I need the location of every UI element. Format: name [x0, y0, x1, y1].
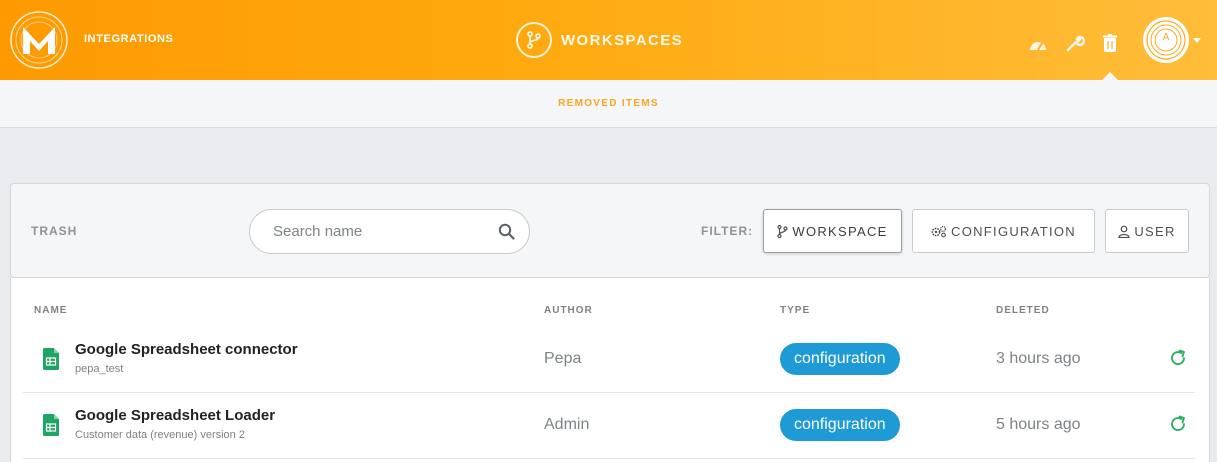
- column-header-author[interactable]: AUTHOR: [544, 305, 593, 316]
- column-header-name[interactable]: NAME: [34, 305, 67, 316]
- logo-icon[interactable]: [9, 10, 69, 70]
- branch-icon: [516, 22, 552, 58]
- chevron-down-icon[interactable]: [1193, 38, 1201, 43]
- item-author: Pepa: [544, 350, 582, 367]
- item-deleted-time: 3 hours ago: [996, 350, 1081, 367]
- item-subtitle: pepa_test: [75, 363, 124, 375]
- column-header-type[interactable]: TYPE: [780, 305, 810, 316]
- branch-icon: [777, 224, 788, 238]
- workspaces-label: WORKSPACES: [561, 31, 684, 49]
- user-icon: [1118, 225, 1130, 238]
- item-deleted-time: 5 hours ago: [996, 416, 1081, 433]
- table-row[interactable]: Google Spreadsheet connector pepa_test P…: [23, 327, 1195, 393]
- trash-toolbar: TRASH FILTER: WORKSPACE CONFIGURATION: [10, 183, 1210, 278]
- search-box: [249, 209, 530, 254]
- subheader: REMOVED ITEMS: [0, 80, 1217, 128]
- page-title: REMOVED ITEMS: [558, 98, 659, 109]
- dashboard-icon[interactable]: [1028, 34, 1048, 54]
- table-row[interactable]: Google Spreadsheet Loader Customer data …: [23, 393, 1195, 459]
- spreadsheet-icon: [43, 348, 59, 370]
- top-header: INTEGRATIONS WORKSPACES A: [0, 0, 1217, 80]
- search-icon[interactable]: [498, 223, 515, 240]
- item-author: Admin: [544, 416, 590, 433]
- trash-icon[interactable]: [1100, 33, 1120, 53]
- active-pointer: [1102, 72, 1118, 80]
- restore-icon[interactable]: [1167, 347, 1189, 369]
- trash-table: NAME AUTHOR TYPE DELETED Google Spreadsh…: [10, 278, 1210, 462]
- item-subtitle: Customer data (revenue) version 2: [75, 429, 245, 441]
- filter-user-label: USER: [1134, 223, 1176, 239]
- filter-user-button[interactable]: USER: [1105, 209, 1189, 253]
- avatar[interactable]: A: [1143, 17, 1189, 63]
- wrench-icon[interactable]: [1065, 33, 1085, 53]
- item-title: Google Spreadsheet connector: [75, 341, 298, 358]
- type-badge: configuration: [780, 409, 900, 441]
- gears-icon: [931, 225, 947, 237]
- filter-configuration-button[interactable]: CONFIGURATION: [912, 209, 1095, 253]
- column-header-deleted[interactable]: DELETED: [996, 305, 1050, 316]
- filter-configuration-label: CONFIGURATION: [951, 223, 1076, 239]
- type-badge: configuration: [780, 343, 900, 375]
- workspaces-nav[interactable]: WORKSPACES: [516, 22, 683, 58]
- avatar-initial: A: [1162, 32, 1170, 43]
- filter-workspace-button[interactable]: WORKSPACE: [763, 209, 902, 253]
- search-input[interactable]: [273, 223, 498, 240]
- spreadsheet-icon: [43, 414, 59, 436]
- restore-icon[interactable]: [1167, 413, 1189, 435]
- filter-workspace-label: WORKSPACE: [792, 223, 888, 239]
- nav-integrations-link[interactable]: INTEGRATIONS: [84, 33, 174, 45]
- trash-label: TRASH: [31, 224, 78, 238]
- filter-label: FILTER:: [701, 224, 754, 238]
- item-title: Google Spreadsheet Loader: [75, 407, 276, 424]
